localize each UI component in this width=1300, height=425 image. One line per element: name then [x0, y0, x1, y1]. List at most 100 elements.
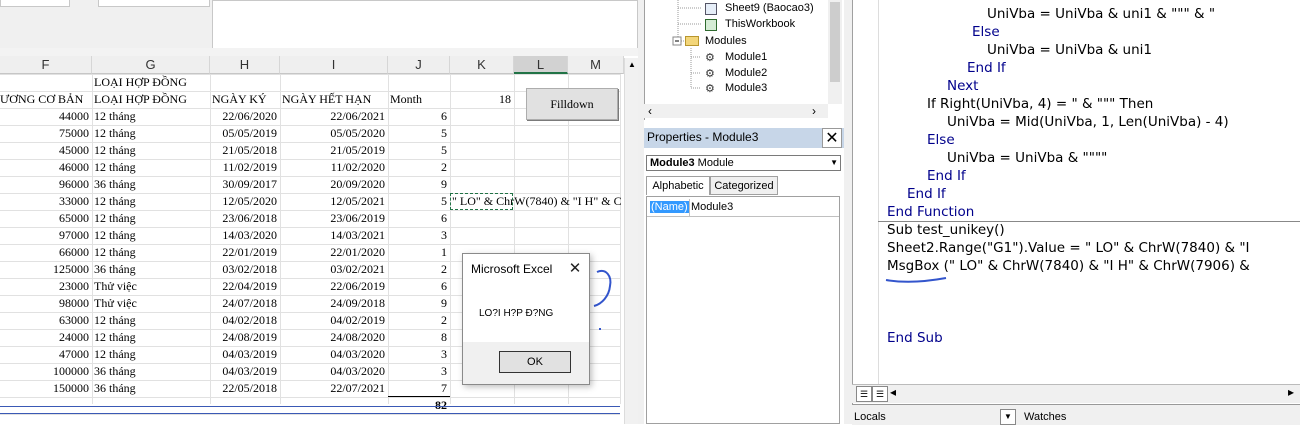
scroll-right-icon[interactable]: ▸ [1288, 385, 1294, 399]
cell-type[interactable]: 36 tháng [92, 380, 210, 397]
formula-controls[interactable] [98, 0, 210, 7]
cell-expires[interactable]: 24/09/2018 [280, 295, 388, 312]
cell-expires[interactable]: 04/03/2020 [280, 346, 388, 363]
cell-month[interactable]: 5 [388, 125, 450, 142]
code-line[interactable]: Sheet2.Range("G1").Value = " LO" & ChrW(… [887, 240, 1250, 256]
column-header-h[interactable]: H [210, 56, 280, 74]
close-icon[interactable]: ✕ [822, 128, 842, 148]
cell-type[interactable]: 12 tháng [92, 159, 210, 176]
code-line[interactable]: End If [907, 186, 946, 202]
cell-type[interactable]: 12 tháng [92, 142, 210, 159]
header-month[interactable]: Month [388, 91, 450, 108]
cell-salary[interactable]: 63000 [0, 312, 92, 329]
name-box[interactable] [0, 0, 70, 7]
cell-signed[interactable]: 21/05/2018 [210, 142, 280, 159]
cell-salary[interactable]: 100000 [0, 363, 92, 380]
pane-splitter[interactable] [844, 0, 852, 424]
project-vertical-scrollbar[interactable] [828, 0, 842, 104]
cell-type[interactable]: Thử việc [92, 295, 210, 312]
cell-signed[interactable]: 11/02/2019 [210, 159, 280, 176]
cell-expires[interactable]: 22/07/2021 [280, 380, 388, 397]
cell-expires[interactable]: 22/06/2021 [280, 108, 388, 125]
cell-expires[interactable]: 05/05/2020 [280, 125, 388, 142]
cell-signed[interactable]: 14/03/2020 [210, 227, 280, 244]
cell-salary[interactable]: 98000 [0, 295, 92, 312]
cell-salary[interactable]: 24000 [0, 329, 92, 346]
cell-expires[interactable]: 03/02/2021 [280, 261, 388, 278]
cell-salary[interactable]: 96000 [0, 176, 92, 193]
full-module-view-icon[interactable]: ☰ [872, 386, 888, 402]
cell-month[interactable]: 2 [388, 312, 450, 329]
cell-signed[interactable]: 22/06/2020 [210, 108, 280, 125]
column-header-f[interactable]: F [0, 56, 92, 74]
cell-signed[interactable]: 12/05/2020 [210, 193, 280, 210]
cell-type[interactable]: 12 tháng [92, 210, 210, 227]
ok-button[interactable]: OK [499, 351, 571, 373]
chevron-down-icon[interactable]: ▼ [830, 156, 838, 170]
cell-salary[interactable]: 47000 [0, 346, 92, 363]
cell-salary[interactable]: 65000 [0, 210, 92, 227]
cell-type[interactable]: 36 tháng [92, 261, 210, 278]
cell-salary[interactable]: 75000 [0, 125, 92, 142]
cell-month[interactable]: 3 [388, 363, 450, 380]
cell-month[interactable]: 2 [388, 261, 450, 278]
header-contract-type[interactable]: LOẠI HỢP ĐỒNG [92, 91, 210, 108]
property-name[interactable]: (Name) [650, 201, 689, 213]
property-value[interactable]: Module3 [691, 201, 733, 213]
code-line[interactable]: UniVba = UniVba & uni1 & """ & " [987, 6, 1215, 22]
scroll-right-icon[interactable]: › [812, 104, 816, 118]
cell-expires[interactable]: 04/02/2019 [280, 312, 388, 329]
cell-signed[interactable]: 04/02/2018 [210, 312, 280, 329]
code-line[interactable]: Else [927, 132, 955, 148]
cell-signed[interactable]: 04/03/2019 [210, 363, 280, 380]
code-line[interactable]: UniVba = Mid(UniVba, 1, Len(UniVba) - 4) [947, 114, 1229, 130]
cell-salary[interactable]: 150000 [0, 380, 92, 397]
scroll-thumb[interactable] [830, 2, 840, 82]
cell-month[interactable]: 5 [388, 142, 450, 159]
scroll-up-icon[interactable]: ▲ [627, 60, 637, 72]
column-header-m[interactable]: M [568, 56, 624, 74]
cell-expires[interactable]: 22/06/2019 [280, 278, 388, 295]
cell-type[interactable]: 36 tháng [92, 363, 210, 380]
cell-salary[interactable]: 97000 [0, 227, 92, 244]
cell-signed[interactable]: 23/06/2018 [210, 210, 280, 227]
column-header-k[interactable]: K [450, 56, 514, 74]
cell-salary[interactable]: 33000 [0, 193, 92, 210]
cell-expires[interactable]: 12/05/2021 [280, 193, 388, 210]
cell-month[interactable]: 5 [388, 193, 450, 210]
cell-expires[interactable]: 04/03/2020 [280, 363, 388, 380]
cell-month[interactable]: 6 [388, 210, 450, 227]
code-scrollbar[interactable]: ☰ ☰ ◂ ▸ [852, 384, 1300, 403]
formula-bar[interactable] [212, 0, 638, 49]
cell-type[interactable]: 12 tháng [92, 329, 210, 346]
column-header-g[interactable]: G [92, 56, 210, 74]
cell-month[interactable]: 9 [388, 295, 450, 312]
tab-categorized[interactable]: Categorized [710, 176, 778, 195]
filldown-button[interactable]: Filldown [526, 88, 618, 120]
code-line[interactable]: Sub test_unikey() [887, 222, 1005, 238]
cell-salary[interactable]: 45000 [0, 142, 92, 159]
procedure-view-icon[interactable]: ☰ [856, 386, 872, 402]
cell-expires[interactable]: 11/02/2020 [280, 159, 388, 176]
code-line[interactable]: UniVba = UniVba & uni1 [987, 42, 1152, 58]
column-header-l[interactable]: L [514, 56, 568, 74]
cell-signed[interactable]: 24/07/2018 [210, 295, 280, 312]
code-line[interactable]: Next [947, 78, 978, 94]
code-line[interactable]: Else [972, 24, 1000, 40]
header-expiry-date[interactable]: NGÀY HẾT HẠN [280, 91, 388, 108]
cell-expires[interactable]: 14/03/2021 [280, 227, 388, 244]
cell-month[interactable]: 8 [388, 329, 450, 346]
cell-month[interactable]: 6 [388, 278, 450, 295]
cell-month[interactable]: 3 [388, 227, 450, 244]
close-icon[interactable]: ✕ [567, 259, 583, 277]
scroll-left-icon[interactable]: ‹ [648, 104, 652, 118]
cell-salary[interactable]: 23000 [0, 278, 92, 295]
cell-type[interactable]: 12 tháng [92, 244, 210, 261]
cell-expires[interactable]: 23/06/2019 [280, 210, 388, 227]
cell-expires[interactable]: 20/09/2020 [280, 176, 388, 193]
header-signed-date[interactable]: NGÀY KÝ [210, 91, 280, 108]
column-header-j[interactable]: J [388, 56, 450, 74]
cell-signed[interactable]: 04/03/2019 [210, 346, 280, 363]
cell-type[interactable]: 12 tháng [92, 312, 210, 329]
cell-signed[interactable]: 03/02/2018 [210, 261, 280, 278]
